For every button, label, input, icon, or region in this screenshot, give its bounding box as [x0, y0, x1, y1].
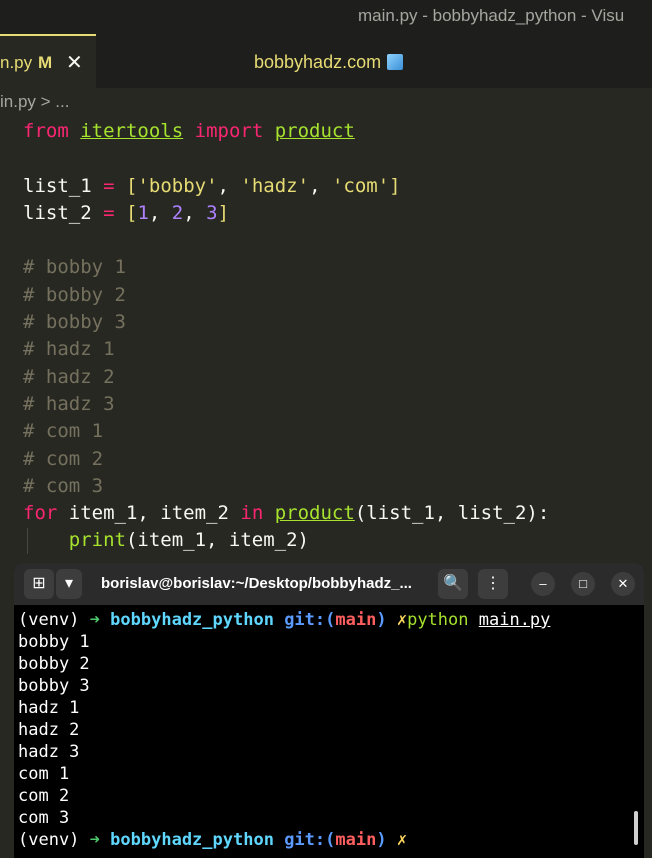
cube-icon	[387, 54, 404, 70]
editor-center-title: bobbyhadz.com	[254, 52, 404, 73]
comment-line: # hadz 3	[23, 392, 115, 415]
menu-icon[interactable]: ⋮	[478, 569, 508, 599]
comma: ,	[183, 201, 207, 224]
code-line-print: print(item_1, item_2)	[23, 527, 549, 554]
bracket: [	[126, 201, 138, 224]
git-label-close: )	[376, 830, 387, 850]
code-editor[interactable]: from itertools import product list_1 = […	[23, 118, 549, 555]
output-line: hadz 1	[18, 698, 80, 718]
var-name: list_1	[23, 174, 92, 197]
keyword-for: for	[23, 502, 58, 525]
tab-filename: n.py	[0, 53, 33, 72]
branch-name: main	[335, 610, 377, 630]
close-icon[interactable]: ✕	[66, 50, 83, 75]
command: python	[407, 610, 469, 630]
arrow-icon: ➜	[89, 610, 100, 630]
comment-line: # bobby 1	[23, 256, 126, 279]
terminal-window[interactable]: ⊞ ▾ borislav@borislav:~/Desktop/bobbyhad…	[14, 563, 644, 858]
string: 'hadz'	[240, 174, 310, 197]
breadcrumb[interactable]: in.py > ...	[0, 92, 69, 112]
code-line-4: list_2 = [1, 2, 3]	[23, 200, 549, 227]
center-title-text: bobbyhadz.com	[254, 52, 382, 72]
output-line: bobby 1	[18, 632, 90, 652]
call-args: (list_1, list_2):	[354, 502, 550, 525]
print-call: print	[68, 529, 126, 552]
tab-modified-badge: M	[38, 53, 53, 72]
window-title: main.py - bobbyhadz_python - Visu	[358, 6, 625, 25]
function-call: product	[274, 502, 355, 525]
chevron-down-icon[interactable]: ▾	[56, 569, 82, 599]
terminal-title: borislav@borislav:~/Desktop/bobbyhadz_..…	[101, 575, 412, 592]
bracket: ]	[389, 174, 401, 197]
project-name: bobbyhadz_python	[110, 830, 274, 850]
terminal-scrollbar[interactable]	[634, 811, 638, 845]
minimize-icon[interactable]: –	[531, 572, 555, 596]
terminal-prompt: (venv) ➜ bobbyhadz_python git:(main) ✗py…	[18, 609, 550, 631]
dirty-icon: ✗	[396, 830, 408, 850]
tab-main-py[interactable]: n.py M ✕	[0, 34, 96, 88]
code-line-for: for item_1, item_2 in product(list_1, li…	[23, 500, 549, 527]
string: 'bobby'	[137, 174, 218, 197]
git-label: git:(	[284, 610, 336, 630]
module-name: itertools	[80, 120, 184, 142]
number: 1	[137, 201, 149, 224]
number: 2	[171, 201, 184, 224]
comma: ,	[309, 174, 332, 197]
indent-guide	[27, 528, 28, 554]
arrow-icon: ➜	[89, 830, 100, 850]
comma: ,	[148, 201, 172, 224]
close-icon[interactable]: ✕	[611, 572, 635, 596]
output-line: hadz 3	[18, 742, 80, 762]
comment-line: # hadz 1	[23, 338, 115, 361]
output-line: bobby 3	[18, 676, 90, 696]
call-args: (item_1, item_2)	[125, 529, 309, 552]
code-line-3: list_1 = ['bobby', 'hadz', 'com']	[23, 173, 549, 200]
number: 3	[206, 201, 218, 224]
bracket: [	[126, 174, 138, 197]
venv-label: (venv)	[18, 610, 80, 630]
git-label: git:(	[284, 830, 336, 850]
output-line: com 3	[18, 808, 70, 828]
comment-line: # bobby 2	[23, 283, 126, 306]
dirty-icon: ✗	[396, 610, 408, 630]
code-line-1: from itertools import product	[23, 118, 549, 145]
import-name: product	[274, 120, 355, 142]
comment-line: # com 3	[23, 474, 104, 497]
bracket: ]	[217, 201, 230, 224]
project-name: bobbyhadz_python	[110, 610, 274, 630]
venv-label: (venv)	[18, 830, 80, 850]
new-tab-icon[interactable]: ⊞	[24, 569, 54, 599]
keyword-from: from	[23, 120, 69, 142]
output-line: bobby 2	[18, 654, 90, 674]
loop-vars: item_1, item_2	[68, 502, 229, 525]
string: 'com'	[331, 174, 390, 197]
output-line: com 2	[18, 786, 70, 806]
terminal-prompt: (venv) ➜ bobbyhadz_python git:(main) ✗	[18, 829, 550, 851]
output-line: hadz 2	[18, 720, 80, 740]
comment-line: # hadz 2	[23, 365, 115, 388]
var-name: list_2	[23, 201, 92, 224]
keyword-in: in	[240, 502, 264, 525]
search-icon[interactable]: 🔍	[438, 569, 468, 599]
branch-name: main	[335, 830, 377, 850]
comment-line: # com 2	[23, 447, 104, 470]
maximize-icon[interactable]: □	[571, 572, 595, 596]
git-label-close: )	[376, 610, 387, 630]
comment-line: # com 1	[23, 420, 104, 443]
comma: ,	[217, 174, 241, 197]
comment-line: # bobby 3	[23, 311, 126, 334]
window-titlebar: main.py - bobbyhadz_python - Visu	[0, 0, 652, 34]
output-line: com 1	[18, 764, 70, 784]
terminal-header: ⊞ ▾ borislav@borislav:~/Desktop/bobbyhad…	[14, 563, 644, 605]
operator: =	[103, 174, 115, 197]
terminal-output[interactable]: (venv) ➜ bobbyhadz_python git:(main) ✗py…	[18, 609, 550, 851]
command-arg: main.py	[478, 610, 551, 630]
keyword-import: import	[194, 120, 264, 142]
operator: =	[103, 201, 115, 224]
